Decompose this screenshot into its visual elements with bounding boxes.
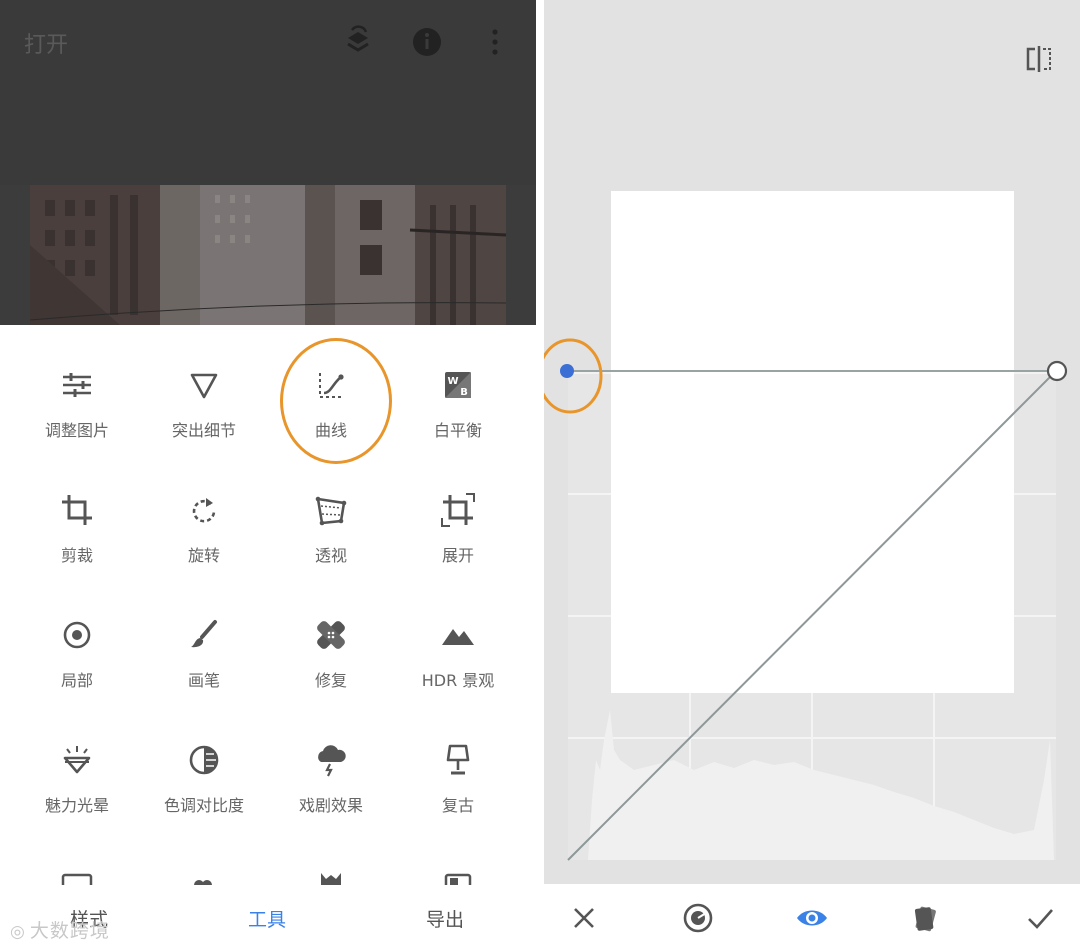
grainy-film-icon [194, 880, 212, 885]
curves-highlight-circle [280, 338, 392, 464]
tool-label: 展开 [441, 546, 474, 565]
tool-brush[interactable]: 画笔 [140, 575, 268, 690]
tool-label: 透视 [314, 546, 347, 565]
details-triangle-icon [190, 373, 218, 399]
hdr-mountain-icon [442, 629, 474, 645]
presets-icon[interactable] [908, 900, 944, 936]
image-preview [611, 191, 1014, 693]
tool-label: 色调对比度 [163, 796, 244, 815]
compare-split-icon[interactable] [1024, 44, 1054, 74]
tool-label: 画笔 [187, 671, 220, 690]
tool-label: 戏剧效果 [298, 796, 363, 815]
svg-text:W: W [447, 376, 458, 387]
tool-expand[interactable]: 展开 [394, 450, 522, 565]
vintage-lamp-icon [446, 744, 470, 775]
face-fix-icon [321, 873, 341, 885]
tool-white-balance[interactable]: W B 白平衡 [394, 325, 522, 440]
svg-text:B: B [460, 387, 468, 398]
drama-cloud-icon [318, 745, 346, 777]
tools-grid: 调整图片 突出细节 曲线 W B 白平衡 剪裁 旋转 透视 展开 局部 画笔 修… [0, 325, 536, 885]
watermark-logo-icon: ◎ [10, 922, 26, 942]
curves-canvas [544, 191, 1068, 861]
glamour-glow-icon [63, 746, 91, 774]
selective-icon [63, 621, 91, 649]
tool-glamour-glow[interactable]: 魅力光晕 [13, 700, 141, 815]
tool-hdr-scape[interactable]: HDR 景观 [394, 575, 522, 690]
tool-label: 旋转 [187, 546, 220, 565]
curve-point-selected[interactable] [560, 364, 574, 378]
tool-rotate[interactable]: 旋转 [140, 450, 268, 565]
tool-healing[interactable]: 修复 [267, 575, 395, 690]
nav-tools[interactable]: 工具 [248, 905, 286, 932]
tool-vintage[interactable]: 复古 [394, 700, 522, 815]
channel-selector-icon[interactable] [680, 900, 716, 936]
tool-drama[interactable]: 戏剧效果 [267, 700, 395, 815]
curves-editor [544, 0, 1080, 952]
cancel-icon[interactable] [566, 900, 602, 936]
tool-label: 突出细节 [171, 421, 236, 440]
tool-label: 白平衡 [433, 421, 482, 440]
tool-label: 魅力光晕 [44, 796, 109, 815]
editor-action-bar [544, 884, 1080, 952]
expand-icon [441, 493, 475, 527]
tool-label: 复古 [441, 796, 474, 815]
healing-icon [317, 621, 345, 649]
white-balance-icon: W B [445, 372, 471, 398]
nav-export[interactable]: 导出 [426, 905, 464, 932]
tool-details[interactable]: 突出细节 [140, 325, 268, 440]
tool-label: 局部 [60, 671, 93, 690]
watermark: ◎ 大数跨境 [10, 916, 110, 943]
frames-icon [444, 873, 472, 885]
tool-adjust-image[interactable]: 调整图片 [13, 325, 141, 440]
layers-undo-icon[interactable] [340, 24, 376, 60]
crop-icon [62, 495, 92, 525]
tools-screen: 打开 调整图片 突出细节 曲线 W B 白平衡 剪裁 旋转 透视 展开 局部 画… [0, 0, 536, 952]
tool-label: 修复 [314, 671, 347, 690]
tool-crop[interactable]: 剪裁 [13, 450, 141, 565]
brush-icon [191, 620, 217, 648]
info-icon[interactable] [409, 24, 445, 60]
tool-label: 调整图片 [44, 421, 109, 440]
rotate-icon [192, 498, 216, 523]
tool-label: HDR 景观 [421, 671, 495, 690]
apply-check-icon[interactable] [1022, 900, 1058, 936]
more-vert-icon[interactable] [477, 24, 513, 60]
tool-tonal-contrast[interactable]: 色调对比度 [140, 700, 268, 815]
app-top-bar: 打开 [0, 0, 536, 185]
perspective-icon [315, 496, 347, 526]
tonal-contrast-icon [189, 745, 219, 775]
photo-preview [0, 185, 536, 325]
watermark-text: 大数跨境 [29, 920, 110, 942]
tool-selective[interactable]: 局部 [13, 575, 141, 690]
preview-eye-icon[interactable] [794, 900, 830, 936]
tool-label: 剪裁 [60, 546, 93, 565]
grunge-icon [61, 873, 93, 885]
open-button[interactable]: 打开 [24, 27, 68, 59]
tune-sliders-icon [63, 373, 91, 397]
tool-perspective[interactable]: 透视 [267, 450, 395, 565]
curve-point[interactable] [1046, 360, 1068, 382]
